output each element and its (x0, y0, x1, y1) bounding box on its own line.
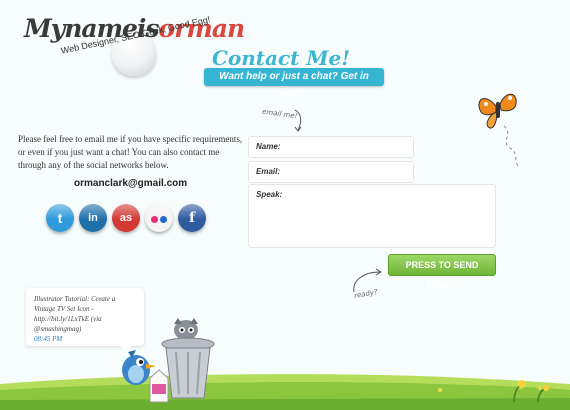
linkedin-icon[interactable]: in (79, 204, 107, 232)
tweet-bubble: Illustrator Tutorial: Create a Vintage T… (26, 288, 144, 346)
intro-text: Please feel free to email me if you have… (18, 134, 243, 170)
name-field[interactable]: Name: (248, 136, 414, 158)
tweet-text: Illustrator Tutorial: Create a Vintage T… (34, 295, 116, 333)
facebook-glyph: f (188, 210, 196, 226)
tweet-time[interactable]: 08:45 PM (34, 335, 62, 343)
flickr-icon[interactable] (145, 204, 173, 232)
page-title: Contact Me! (212, 46, 351, 70)
send-email-button[interactable]: PRESS TO SEND EMAIL! (388, 254, 496, 290)
logo[interactable]: Mynameisorman Web Designer, SEO Geek, Go… (24, 12, 245, 76)
butterfly-icon (478, 93, 519, 167)
flickr-blue-dot (160, 215, 167, 223)
lastfm-glyph: as (119, 212, 133, 224)
twitter-glyph: t (57, 210, 63, 226)
facebook-icon[interactable]: f (178, 204, 206, 232)
lastfm-icon[interactable]: as (112, 204, 140, 232)
message-field[interactable]: Speak: (248, 184, 496, 248)
plant-icon (513, 380, 549, 402)
name-label: Name: (256, 142, 281, 151)
flickr-pink-dot (151, 215, 158, 223)
subtitle-banner: Want help or just a chat? Get in touch..… (204, 68, 384, 100)
email-field[interactable]: Email: (248, 161, 414, 183)
linkedin-glyph: in (88, 212, 98, 224)
grass-ground (0, 374, 570, 410)
arrow-down-icon (294, 109, 302, 132)
twitter-icon[interactable]: t (46, 204, 74, 232)
email-label: Email: (256, 167, 281, 176)
email-link[interactable]: ormanclark@gmail.com (74, 178, 187, 189)
trash-can-icon (161, 318, 215, 399)
speak-label: Speak: (256, 190, 283, 199)
